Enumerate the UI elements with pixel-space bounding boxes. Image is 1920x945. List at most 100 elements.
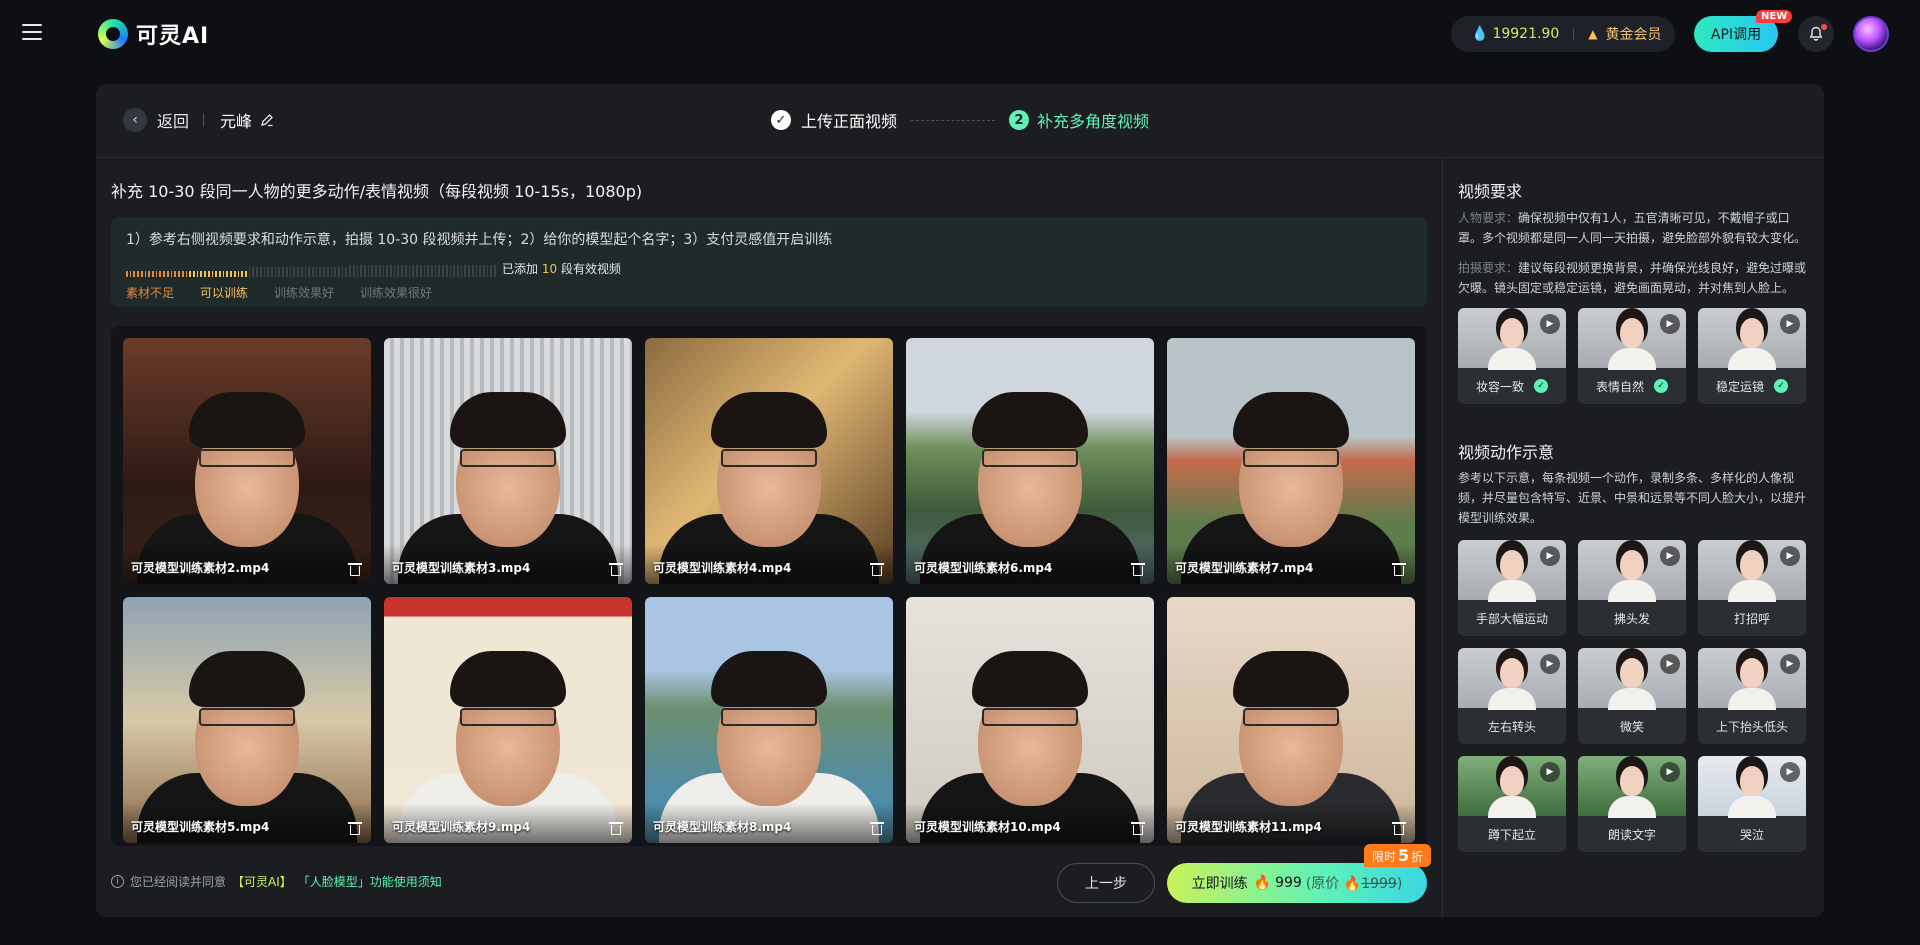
progress-tick xyxy=(230,271,232,277)
example-caption: 蹲下起立 xyxy=(1458,816,1566,852)
example-video-card[interactable]: ▶ 稳定运镜 ✓ xyxy=(1698,308,1806,404)
play-icon[interactable]: ▶ xyxy=(1780,314,1800,334)
example-video-card[interactable]: ▶ 蹲下起立 xyxy=(1458,756,1566,852)
train-now-button[interactable]: 立即训练 🔥 999 (原价 🔥1999) xyxy=(1167,863,1427,903)
progress-tick xyxy=(245,271,247,277)
play-icon[interactable]: ▶ xyxy=(1660,654,1680,674)
play-icon[interactable]: ▶ xyxy=(1540,314,1560,334)
model-name-edit[interactable]: 元峰 xyxy=(220,108,274,132)
trash-icon[interactable] xyxy=(1131,563,1145,576)
video-tile[interactable]: 可灵模型训练素材5.mp4 xyxy=(123,597,371,843)
video-tile[interactable]: 可灵模型训练素材6.mp4 xyxy=(906,338,1154,584)
logo[interactable]: 可灵AI xyxy=(98,18,209,50)
trash-icon[interactable] xyxy=(870,822,884,835)
example-video-card[interactable]: ▶ 哭泣 xyxy=(1698,756,1806,852)
progress-tick xyxy=(285,267,288,277)
progress-tick xyxy=(416,265,418,277)
progress-tick xyxy=(378,265,381,277)
progress-tick xyxy=(144,271,147,277)
example-label: 上下抬头低头 xyxy=(1715,719,1788,734)
train-price: 999 xyxy=(1275,875,1302,891)
video-filename: 可灵模型训练素材8.mp4 xyxy=(653,820,792,834)
progress-tick xyxy=(178,271,180,277)
example-caption: 拂头发 xyxy=(1578,600,1686,636)
progress-tick xyxy=(345,267,348,277)
example-person-face xyxy=(1500,766,1524,796)
example-label: 表情自然 xyxy=(1595,379,1644,394)
progress-tick xyxy=(334,267,336,277)
example-video-card[interactable]: ▶ 拂头发 xyxy=(1578,540,1686,636)
progress-tick xyxy=(401,265,403,277)
trash-icon[interactable] xyxy=(348,822,362,835)
play-icon[interactable]: ▶ xyxy=(1780,546,1800,566)
example-video-card[interactable]: ▶ 妆容一致 ✓ xyxy=(1458,308,1566,404)
play-icon[interactable]: ▶ xyxy=(1540,654,1560,674)
progress-tick xyxy=(140,271,143,277)
example-video-card[interactable]: ▶ 上下抬头低头 xyxy=(1698,648,1806,744)
video-filename: 可灵模型训练素材9.mp4 xyxy=(392,820,531,834)
example-video-card[interactable]: ▶ 朗读文字 xyxy=(1578,756,1686,852)
progress-tick xyxy=(326,267,329,277)
notification-button[interactable] xyxy=(1798,16,1834,52)
example-person-face xyxy=(1500,550,1524,580)
progress-tick xyxy=(278,267,281,277)
trash-icon[interactable] xyxy=(1392,822,1406,835)
video-tile[interactable]: 可灵模型训练素材10.mp4 xyxy=(906,597,1154,843)
trash-icon[interactable] xyxy=(609,563,623,576)
video-tile[interactable]: 可灵模型训练素材9.mp4 xyxy=(384,597,632,843)
trash-icon[interactable] xyxy=(609,822,623,835)
glasses xyxy=(199,707,295,726)
agreement-brand-link[interactable]: 【可灵AI】 xyxy=(232,873,292,890)
trash-icon[interactable] xyxy=(348,563,362,576)
example-video-card[interactable]: ▶ 表情自然 ✓ xyxy=(1578,308,1686,404)
video-filename: 可灵模型训练素材5.mp4 xyxy=(131,820,270,834)
progress-tick xyxy=(226,271,229,277)
progress-tick xyxy=(259,267,262,277)
progress-tick xyxy=(133,271,136,277)
example-label: 蹲下起立 xyxy=(1487,827,1536,842)
play-icon[interactable]: ▶ xyxy=(1540,546,1560,566)
back-button[interactable]: ‹ 返回 xyxy=(123,108,189,132)
progress-tick xyxy=(189,271,191,277)
previous-step-button[interactable]: 上一步 xyxy=(1057,863,1155,903)
trash-icon[interactable] xyxy=(1392,563,1406,576)
play-icon[interactable]: ▶ xyxy=(1540,762,1560,782)
example-caption: 朗读文字 xyxy=(1578,816,1686,852)
step-connector xyxy=(911,119,996,121)
menu-icon[interactable] xyxy=(22,24,42,42)
progress-tick xyxy=(311,267,314,277)
example-video-card[interactable]: ▶ 左右转头 xyxy=(1458,648,1566,744)
progress-tick xyxy=(185,271,188,277)
points-membership-pill[interactable]: 💧 19921.90 ▲ 黄金会员 xyxy=(1451,16,1675,52)
play-icon[interactable]: ▶ xyxy=(1660,546,1680,566)
step-1-label: 上传正面视频 xyxy=(801,112,898,131)
person-hair xyxy=(189,651,305,708)
progress-tick xyxy=(419,265,422,277)
video-tile[interactable]: 可灵模型训练素材3.mp4 xyxy=(384,338,632,584)
video-tile[interactable]: 可灵模型训练素材2.mp4 xyxy=(123,338,371,584)
progress-tick xyxy=(393,265,396,277)
progress-tick xyxy=(382,265,385,277)
user-avatar[interactable] xyxy=(1853,16,1889,52)
video-tile[interactable]: 可灵模型训练素材4.mp4 xyxy=(645,338,893,584)
progress-tick xyxy=(274,267,277,277)
glasses xyxy=(460,448,556,467)
video-tile[interactable]: 可灵模型训练素材7.mp4 xyxy=(1167,338,1415,584)
progress-tick xyxy=(297,267,299,277)
play-icon[interactable]: ▶ xyxy=(1780,762,1800,782)
play-icon[interactable]: ▶ xyxy=(1660,762,1680,782)
example-video-card[interactable]: ▶ 手部大幅运动 xyxy=(1458,540,1566,636)
trash-icon[interactable] xyxy=(870,563,884,576)
play-icon[interactable]: ▶ xyxy=(1780,654,1800,674)
play-icon[interactable]: ▶ xyxy=(1660,314,1680,334)
video-tile[interactable]: 可灵模型训练素材11.mp4 xyxy=(1167,597,1415,843)
membership-label: 黄金会员 xyxy=(1605,27,1662,43)
example-video-card[interactable]: ▶ 微笑 xyxy=(1578,648,1686,744)
progress-tick xyxy=(204,271,206,277)
progress-tick xyxy=(148,271,151,277)
agreement-doc-link[interactable]: 「人脸模型」功能使用须知 xyxy=(298,873,442,890)
trash-icon[interactable] xyxy=(1131,822,1145,835)
example-video-card[interactable]: ▶ 打招呼 xyxy=(1698,540,1806,636)
video-tile[interactable]: 可灵模型训练素材8.mp4 xyxy=(645,597,893,843)
progress-tick xyxy=(367,265,370,277)
